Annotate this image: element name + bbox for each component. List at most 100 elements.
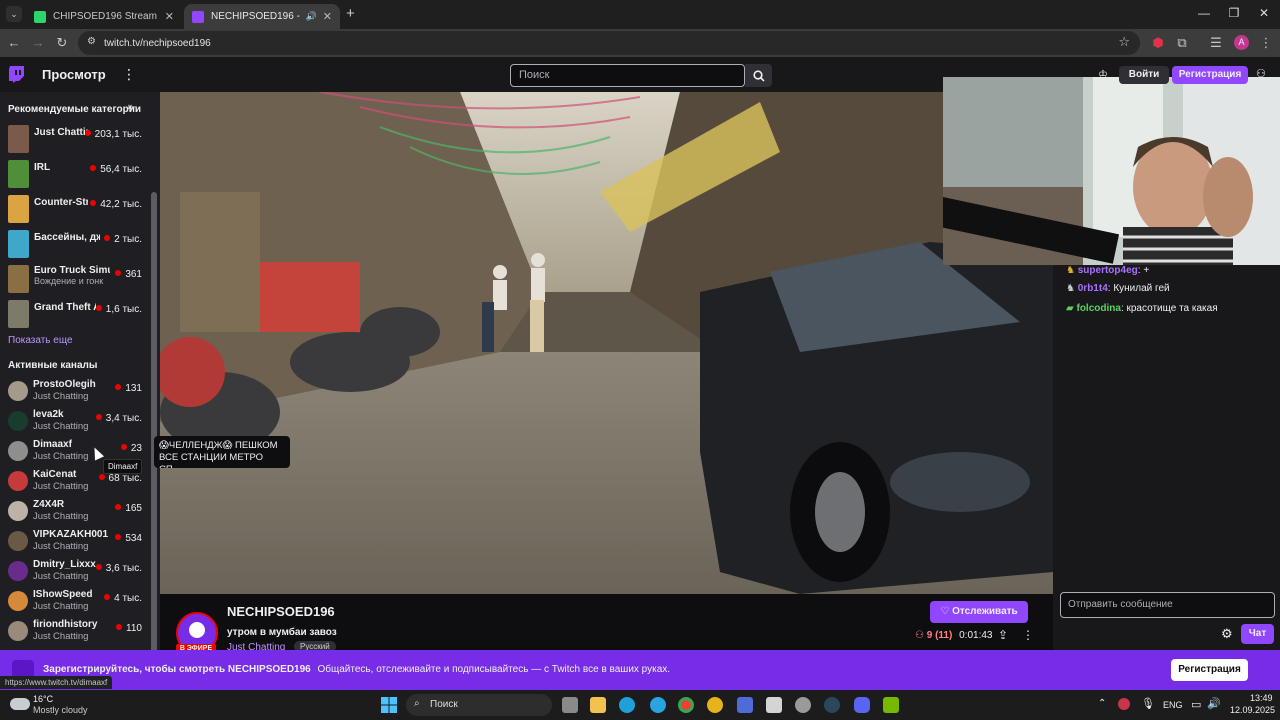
login-button[interactable]: Войти — [1119, 66, 1169, 84]
category-gta[interactable]: Grand Theft Auto V 1,6 тыс. — [0, 297, 150, 331]
search-icon — [752, 69, 765, 82]
task-view-icon[interactable] — [562, 697, 578, 713]
channel-name: firiondhistory — [33, 619, 98, 630]
extensions-puzzle-icon[interactable]: ⧉ — [1174, 35, 1190, 51]
browser-tab-chipsoed[interactable]: CHIPSOED196 Stream - Watch l ✕ — [26, 4, 182, 29]
edge-icon[interactable] — [619, 697, 635, 713]
chat-username[interactable]: supertop4eg — [1078, 265, 1138, 276]
telegram-icon[interactable] — [650, 697, 666, 713]
collapse-sidebar-icon[interactable]: ⇤ — [128, 102, 136, 113]
category-euro-truck[interactable]: Euro Truck Simulator 2 Вождение и гонк 3… — [0, 262, 150, 296]
weather-temp[interactable]: 16°C — [33, 694, 53, 704]
channel-item[interactable]: ProstoOlegih Just Chatting 131 — [0, 376, 150, 406]
steam-icon[interactable] — [824, 697, 840, 713]
kick-favicon-icon — [34, 10, 46, 23]
browse-link[interactable]: Просмотр — [42, 67, 106, 82]
close-window-icon[interactable]: ✕ — [1256, 6, 1272, 20]
viewer-count: 3,4 тыс. — [95, 413, 142, 424]
category-thumbnail — [8, 230, 29, 258]
back-icon[interactable]: ← — [6, 35, 22, 50]
taskbar-chart-app-icon[interactable] — [737, 697, 753, 713]
new-tab-button[interactable]: + — [346, 5, 355, 22]
channel-item[interactable]: firiondhistory Just Chatting 110 — [0, 616, 150, 646]
language-indicator[interactable]: ENG — [1163, 700, 1183, 710]
weather-desc[interactable]: Mostly cloudy — [33, 705, 88, 715]
tray-security-icon[interactable] — [1118, 698, 1130, 710]
tray-overflow-icon[interactable]: ⌃ — [1098, 698, 1106, 709]
channel-item[interactable]: IShowSpeed Just Chatting 4 тыс. — [0, 586, 150, 616]
live-dot-icon — [98, 474, 105, 480]
chrome-icon[interactable] — [678, 697, 694, 713]
browser-menu-icon[interactable]: ⋮ — [1258, 35, 1274, 51]
tab-list-dropdown[interactable]: ⌄ — [6, 6, 22, 22]
extension-red-icon[interactable]: ⬢ — [1150, 35, 1166, 51]
category-pools[interactable]: Бассейны, джакузи 2 тыс. — [0, 227, 150, 261]
nvidia-icon[interactable] — [883, 697, 899, 713]
microphone-icon[interactable]: 🎙 — [1141, 697, 1155, 710]
site-info-icon[interactable]: ⚙ — [87, 36, 96, 47]
chat-input[interactable]: Отправить сообщение — [1060, 592, 1275, 618]
discord-icon[interactable] — [854, 697, 870, 713]
profile-avatar[interactable]: A — [1234, 35, 1249, 50]
share-icon[interactable]: ⇪ — [998, 628, 1008, 642]
chat-username[interactable]: folcodina — [1076, 303, 1120, 314]
search-input[interactable]: Поиск — [510, 64, 745, 87]
channel-item[interactable]: Z4X4R Just Chatting 165 — [0, 496, 150, 526]
file-explorer-icon[interactable] — [590, 697, 606, 713]
signup-button[interactable]: Регистрация — [1172, 66, 1248, 84]
channel-game: Just Chatting — [33, 541, 89, 552]
live-dot-icon — [116, 624, 123, 630]
taskbar-notes-icon[interactable] — [766, 697, 782, 713]
chat-send-button[interactable]: Чат — [1241, 624, 1274, 644]
channel-name: Dimaaxf — [33, 439, 72, 450]
user-menu-icon[interactable]: ⚇ — [1256, 67, 1266, 80]
taskbar-settings-icon[interactable] — [795, 697, 811, 713]
bookmark-star-icon[interactable]: ☆ — [1118, 34, 1130, 50]
banner-signup-button[interactable]: Регистрация — [1171, 659, 1248, 681]
speaker-icon[interactable]: 🔊 — [306, 11, 317, 22]
channel-item[interactable]: leva2k Just Chatting 3,4 тыс. — [0, 406, 150, 436]
video-player[interactable] — [160, 92, 1053, 594]
chat-settings-gear-icon[interactable]: ⚙ — [1221, 626, 1233, 642]
address-bar[interactable]: ⚙ twitch.tv/nechipsoed196 ☆ — [78, 31, 1140, 55]
follow-button[interactable]: ♡ Отслеживать — [930, 601, 1028, 623]
search-button[interactable] — [745, 64, 772, 87]
avatar — [8, 381, 28, 401]
channel-item[interactable]: VIPKAZAKH001 Just Chatting 534 — [0, 526, 150, 556]
category-counter-strike[interactable]: Counter-Strike 42,2 тыс. — [0, 192, 150, 226]
windows-start-icon[interactable] — [381, 697, 397, 713]
twitch-logo-icon[interactable] — [8, 66, 24, 83]
live-dot-icon — [115, 534, 122, 540]
clock-date[interactable]: 12.09.2025 — [1230, 705, 1275, 715]
category-irl[interactable]: IRL 56,4 тыс. — [0, 157, 150, 191]
chat-text: + — [1143, 265, 1150, 276]
sidebar-scrollbar[interactable] — [151, 192, 157, 650]
prime-crown-icon[interactable]: ♔ — [1098, 68, 1108, 81]
reload-icon[interactable]: ↻ — [54, 35, 70, 51]
more-menu-icon[interactable]: ⋮ — [122, 66, 136, 83]
channel-name: VIPKAZAKH001 — [33, 529, 109, 540]
channel-name[interactable]: NECHIPSOED196 — [227, 604, 335, 619]
close-tab-icon[interactable]: ✕ — [323, 10, 332, 23]
viewer-count: 68 тыс. — [98, 473, 142, 484]
volume-icon[interactable]: 🔊 — [1207, 697, 1221, 710]
browser-tab-nechipsoed[interactable]: NECHIPSOED196 - Twitch 🔊 ✕ — [184, 4, 340, 29]
channel-item[interactable]: Dmitry_Lixxx Just Chatting 3,6 тыс. — [0, 556, 150, 586]
viewer-count: 56,4 тыс. — [90, 164, 142, 175]
channel-name: IShowSpeed — [33, 589, 93, 600]
network-icon[interactable]: ▭ — [1191, 698, 1201, 711]
category-just-chatting[interactable]: Just Chatting 203,1 тыс. — [0, 122, 150, 156]
restore-icon[interactable]: ❐ — [1226, 6, 1242, 20]
count-text: 203,1 тыс. — [94, 129, 142, 140]
minimize-icon[interactable]: — — [1196, 6, 1212, 20]
forward-icon[interactable]: → — [30, 35, 46, 50]
clock-time[interactable]: 13:49 — [1250, 693, 1273, 703]
taskbar-search[interactable]: ⌕ Поиск — [406, 694, 552, 716]
taskbar-app-yellow-icon[interactable] — [707, 697, 723, 713]
close-tab-icon[interactable]: ✕ — [165, 10, 174, 23]
show-more-link[interactable]: Показать еще — [8, 335, 73, 346]
more-options-icon[interactable]: ⋮ — [1022, 628, 1034, 642]
chat-username[interactable]: 0rb1t4 — [1078, 283, 1108, 294]
tab-search-icon[interactable]: ☰ — [1208, 35, 1224, 51]
weather-cloud-icon[interactable] — [10, 698, 30, 710]
